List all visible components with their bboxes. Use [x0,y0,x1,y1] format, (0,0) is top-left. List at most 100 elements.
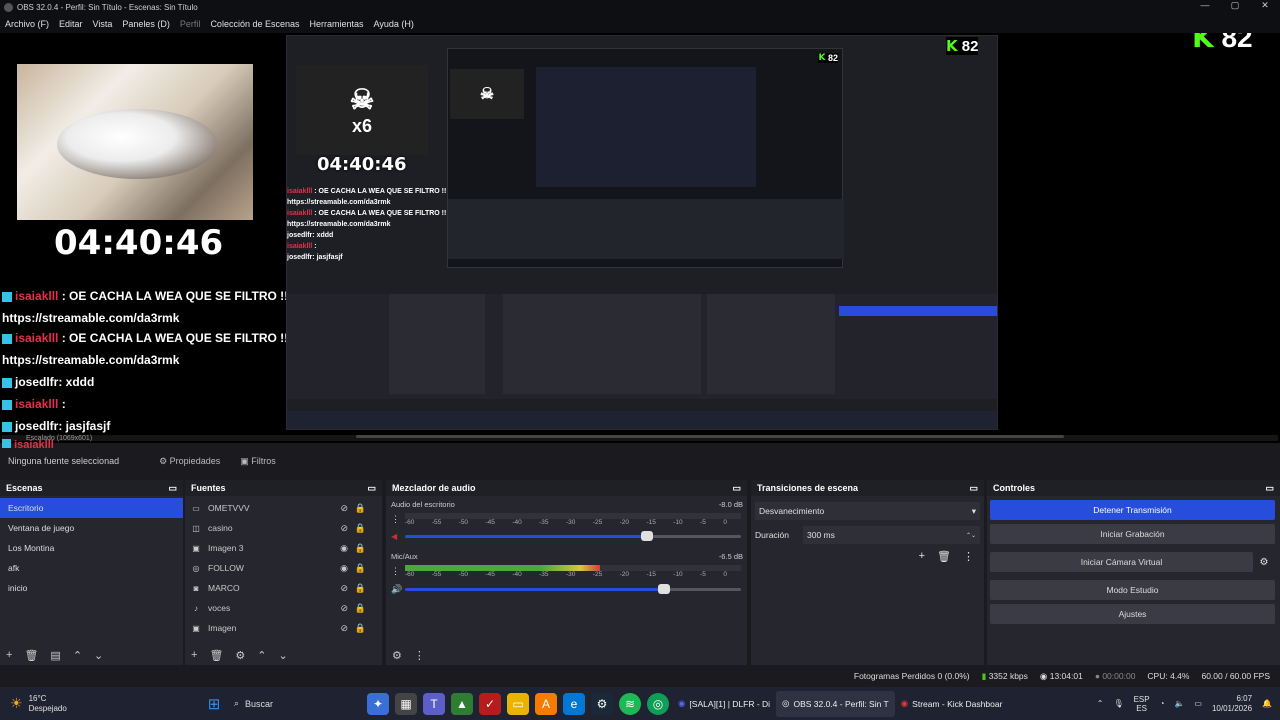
battery-icon[interactable]: ▭ [1194,699,1202,708]
properties-button[interactable]: ⚙ Propiedades [159,456,220,467]
notification-icon[interactable]: 🔔 [1262,699,1272,708]
advanced-audio-icon[interactable]: ⚙ [392,649,402,662]
remove-scene-button[interactable]: 🗑 [24,649,38,662]
settings-button[interactable]: Ajustes [990,604,1275,624]
steam-icon[interactable]: ⚙ [591,692,613,715]
scene-item-los-montina[interactable]: Los Montina [0,538,183,558]
menu-perfil[interactable]: Perfil [180,19,201,29]
eye-hidden-icon[interactable]: ⊘ [340,583,348,594]
add-transition-button[interactable]: + [919,550,925,563]
source-row[interactable]: ◙ MARCO ⊘ 🔒 [185,578,382,598]
eye-hidden-icon[interactable]: ⊘ [340,603,348,614]
menu-herramientas[interactable]: Herramientas [310,19,364,29]
lock-icon[interactable]: 🔒 [355,503,366,514]
lock-icon[interactable]: 🔒 [355,523,366,534]
copilot-icon[interactable]: ✦ [367,692,389,715]
lock-icon[interactable]: 🔒 [355,543,366,554]
teams-icon[interactable]: T [423,692,445,715]
lock-icon[interactable]: 🔒 [355,583,366,594]
clock[interactable]: 6:07 10/01/2026 [1212,694,1252,714]
wifi-icon[interactable]: ◔ [1160,699,1165,708]
transition-menu-icon[interactable]: ⋮ [963,550,974,563]
preview-scrollbar[interactable] [2,435,1278,441]
remove-source-button[interactable]: 🗑 [209,649,223,662]
eye-hidden-icon[interactable]: ⊘ [340,503,348,514]
add-scene-button[interactable]: + [6,649,12,661]
menu-vista[interactable]: Vista [93,19,113,29]
gear-icon[interactable]: ⚙ [1253,557,1275,568]
app-red-icon[interactable]: ✓ [479,692,501,715]
dock-menu-icon[interactable]: ▭ [168,483,177,494]
volume-knob[interactable] [657,584,670,594]
volume-tray-icon[interactable]: 🔈 [1174,699,1184,708]
transition-select[interactable]: Desvanecimiento ▾ [755,502,980,520]
weather-widget[interactable]: ☀ 16°C Despejado [10,694,200,714]
spotify-icon[interactable]: ≋ [619,692,641,715]
move-down-icon[interactable]: ⌄ [279,649,288,662]
stop-streaming-button[interactable]: Detener Transmisión [990,500,1275,520]
taskbar-search[interactable]: ⌕ Buscar [234,692,364,716]
minimize-button[interactable]: — [1190,0,1220,11]
menu-editar[interactable]: Editar [59,19,83,29]
language-indicator[interactable]: ESP ES [1134,695,1150,713]
menu-paneles[interactable]: Paneles (D) [122,19,170,29]
source-row[interactable]: ▣ Imagen ⊘ 🔒 [185,618,382,638]
close-button[interactable]: ✕ [1250,0,1280,11]
chrome-icon[interactable]: ◎ [647,692,669,715]
dock-menu-icon[interactable]: ▭ [969,483,978,494]
lock-icon[interactable]: 🔒 [355,623,366,634]
maximize-button[interactable]: ▢ [1220,0,1250,11]
eye-visible-icon[interactable]: ◉ [340,543,348,554]
menu-coleccion[interactable]: Colección de Escenas [210,19,299,29]
studio-mode-button[interactable]: Modo Estudio [990,580,1275,600]
source-row[interactable]: ◎ FOLLOW ◉ 🔒 [185,558,382,578]
eye-hidden-icon[interactable]: ⊘ [340,623,348,634]
add-source-button[interactable]: + [191,649,197,661]
taskbar-discord[interactable]: ◉ [SALA][1] | DLFR - Di [672,691,776,717]
source-properties-icon[interactable]: ⚙ [235,649,245,662]
scene-item-afk[interactable]: afk [0,558,183,578]
store-icon[interactable]: ▦ [395,692,417,715]
edge-icon[interactable]: e [563,692,585,715]
folder-icon[interactable]: ▭ [507,692,529,715]
move-down-icon[interactable]: ⌄ [94,649,103,662]
scene-filters-icon[interactable]: ▤ [50,649,60,662]
chevron-up-icon[interactable]: ⌃ [1097,699,1104,708]
move-up-icon[interactable]: ⌃ [73,649,82,662]
dock-menu-icon[interactable]: ▭ [732,483,741,494]
filters-button[interactable]: ▣ Filtros [240,456,276,467]
mute-speaker-icon[interactable]: ◀ [391,532,405,541]
remove-transition-button[interactable]: 🗑 [937,550,951,563]
lock-icon[interactable]: 🔒 [355,603,366,614]
scene-item-ventana[interactable]: Ventana de juego [0,518,183,538]
mixer-menu-icon[interactable]: ⋮ [414,649,425,662]
source-row[interactable]: ▣ Imagen 3 ◉ 🔒 [185,538,382,558]
taskbar-kick[interactable]: ◉ Stream - Kick Dashboar [895,691,1009,717]
virtual-camera-button[interactable]: Iniciar Cámara Virtual [990,552,1253,572]
source-row[interactable]: ◫ casino ⊘ 🔒 [185,518,382,538]
app-green-icon[interactable]: ▲ [451,692,473,715]
lock-icon[interactable]: 🔒 [355,563,366,574]
preview-canvas[interactable]: 04:40:46 isaiaklll : OE CACHA LA WEA QUE… [0,33,1280,443]
menu-ayuda[interactable]: Ayuda (H) [374,19,414,29]
channel-menu-icon[interactable]: ⋮ [391,566,405,577]
eye-hidden-icon[interactable]: ⊘ [340,523,348,534]
channel-menu-icon[interactable]: ⋮ [391,514,405,525]
volume-slider[interactable] [405,531,741,541]
speaker-icon[interactable]: 🔊 [391,584,405,595]
scene-item-inicio[interactable]: inicio [0,578,183,598]
source-row[interactable]: ▭ OMETVVV ⊘ 🔒 [185,498,382,518]
start-recording-button[interactable]: Iniciar Grabación [990,524,1275,544]
move-up-icon[interactable]: ⌃ [257,649,266,662]
duration-input[interactable]: 300 ms ⌃⌄ [803,526,980,544]
dock-menu-icon[interactable]: ▭ [1265,483,1274,494]
app-orange-icon[interactable]: A [535,692,557,715]
volume-knob[interactable] [640,531,653,541]
scene-item-escritorio[interactable]: Escritorio [0,498,183,518]
mic-tray-icon[interactable]: 🎙 [1113,699,1123,708]
menu-archivo[interactable]: Archivo (F) [5,19,49,29]
eye-visible-icon[interactable]: ◉ [340,563,348,574]
dock-menu-icon[interactable]: ▭ [367,483,376,494]
taskbar-obs[interactable]: ◎ OBS 32.0.4 - Perfil: Sin T [776,690,895,717]
windows-start-icon[interactable]: ⊞ [203,693,225,715]
